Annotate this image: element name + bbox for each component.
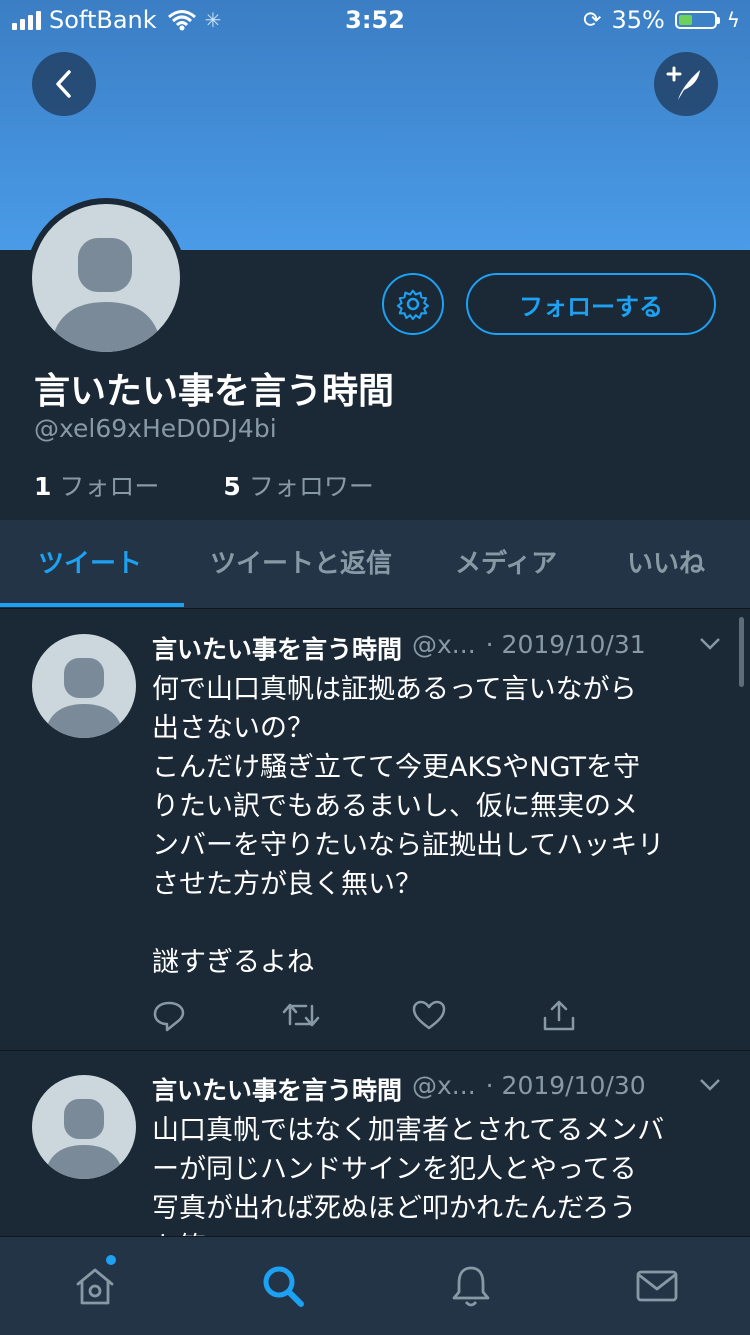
- status-bar: SoftBank ✳ 3:52 ⟳ 35% ϟ: [0, 0, 750, 42]
- retweet-icon: [282, 1003, 320, 1027]
- default-avatar-icon: [44, 1099, 124, 1179]
- tweet-avatar[interactable]: [32, 634, 136, 738]
- tweet-header: 言いたい事を言う時間 @x... · 2019/10/31: [152, 630, 646, 666]
- following-count: 1: [34, 472, 52, 501]
- profile-tabs: ツイート ツイートと返信 メディア いいね: [0, 520, 750, 609]
- tweet-author-name: 言いたい事を言う時間: [152, 1076, 403, 1105]
- share-button[interactable]: [542, 1000, 672, 1036]
- tab-tweets-replies[interactable]: ツイートと返信: [210, 520, 392, 608]
- reply-icon: [153, 1001, 185, 1032]
- search-icon: [263, 1266, 304, 1307]
- follow-counts: 1 フォロー 5 フォロワー: [34, 467, 374, 503]
- compose-tweet-button[interactable]: [654, 52, 718, 116]
- tweet-author-handle: @x...: [412, 1071, 476, 1100]
- followers-label: フォロワー: [248, 472, 374, 501]
- tweet-avatar[interactable]: [32, 1075, 136, 1179]
- battery-icon: [674, 11, 720, 29]
- profile-name: 言いたい事を言う時間: [34, 371, 395, 412]
- share-icon: [543, 1000, 575, 1031]
- tab-tweets[interactable]: ツイート: [38, 520, 142, 608]
- followers-count: 5: [223, 472, 241, 501]
- mail-icon: [636, 1270, 678, 1302]
- tweet-header: 言いたい事を言う時間 @x... · 2019/10/30: [152, 1071, 646, 1107]
- default-avatar-icon: [44, 658, 124, 738]
- scrollbar[interactable]: [739, 617, 744, 687]
- active-tab-indicator: [0, 603, 184, 607]
- compose-tweet-icon: [666, 66, 700, 100]
- settings-button[interactable]: [382, 273, 444, 335]
- profile-handle: @xel69xHeD0DJ4bi: [34, 414, 277, 443]
- tab-search[interactable]: [258, 1261, 308, 1311]
- rotation-lock-icon: ⟳: [583, 7, 602, 33]
- tweet-author-name: 言いたい事を言う時間: [152, 635, 403, 664]
- tab-media[interactable]: メディア: [455, 520, 557, 608]
- tab-messages[interactable]: [632, 1261, 682, 1311]
- tab-likes[interactable]: いいね: [627, 520, 705, 608]
- charging-icon: ϟ: [726, 8, 740, 32]
- gear-icon: [396, 289, 429, 320]
- tweet[interactable]: 言いたい事を言う時間 @x... · 2019/10/30 山口真帆ではなく加害…: [0, 1051, 750, 1236]
- battery-percent: 35%: [611, 6, 665, 34]
- tweet-date: · 2019/10/30: [485, 1071, 646, 1100]
- back-button[interactable]: [32, 52, 96, 116]
- tab-home[interactable]: [70, 1261, 120, 1311]
- back-arrow-icon: [56, 70, 71, 98]
- bell-icon: [452, 1266, 490, 1307]
- followers-link[interactable]: 5 フォロワー: [223, 467, 373, 503]
- follow-button[interactable]: フォローする: [466, 273, 716, 335]
- bottom-tab-bar: [0, 1236, 750, 1335]
- tweet-date: · 2019/10/31: [485, 630, 646, 659]
- status-right: ⟳ 35% ϟ: [583, 6, 740, 34]
- heart-icon: [412, 1000, 446, 1030]
- tab-notifications[interactable]: [446, 1261, 496, 1311]
- following-label: フォロー: [59, 472, 160, 501]
- chevron-down-icon[interactable]: [698, 636, 722, 652]
- new-content-indicator: [106, 1255, 116, 1265]
- tweet[interactable]: 言いたい事を言う時間 @x... · 2019/10/31 何で山口真帆は証拠あ…: [0, 610, 750, 1050]
- default-avatar-icon: [50, 238, 162, 352]
- like-button[interactable]: [412, 1000, 542, 1036]
- tweet-text: 山口真帆ではなく加害者とされてるメンバ ーが同じハンドサインを犯人とやってる 写…: [152, 1115, 665, 1236]
- following-link[interactable]: 1 フォロー: [34, 467, 159, 503]
- tweet-author-handle: @x...: [412, 630, 476, 659]
- tweet-actions: [152, 1000, 672, 1036]
- profile-avatar[interactable]: [26, 198, 186, 358]
- tweet-text: 何で山口真帆は証拠あるって言いながら 出さないの？ こんだけ騒ぎ立てて今更AKS…: [152, 674, 665, 978]
- reply-button[interactable]: [152, 1000, 282, 1036]
- retweet-button[interactable]: [282, 1000, 412, 1036]
- chevron-down-icon[interactable]: [698, 1077, 722, 1093]
- home-icon: [76, 1268, 114, 1305]
